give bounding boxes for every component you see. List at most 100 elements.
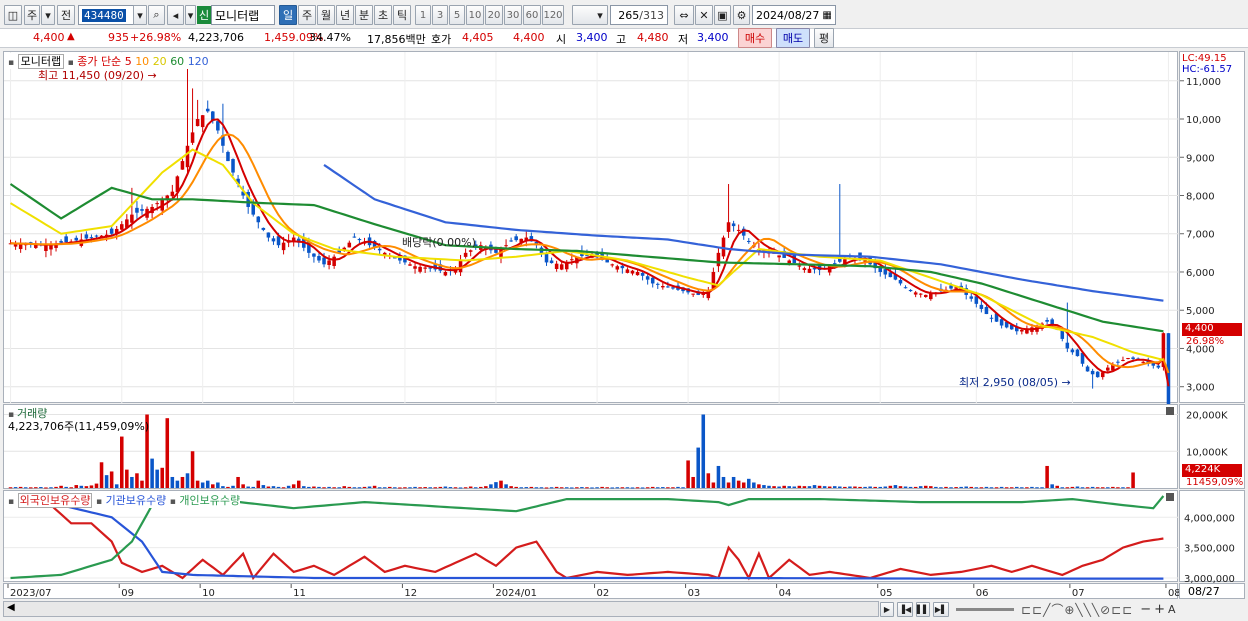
interval-tab-30[interactable]: 30	[504, 5, 522, 25]
quote-price: 4,400	[33, 31, 65, 44]
last-page-icon[interactable]: ▶▌	[933, 601, 949, 617]
last-price-tag: 4,400	[1182, 323, 1242, 336]
volume-bar	[792, 486, 797, 488]
interval-tab-60[interactable]: 60	[523, 5, 541, 25]
sound-dropdown-icon[interactable]: ▾	[185, 5, 196, 25]
volume-bar	[711, 482, 716, 488]
y-tick-label: 10,000	[1186, 115, 1221, 126]
y-tick-label: 3,000	[1186, 383, 1215, 394]
count-field[interactable]: 265/313	[610, 5, 668, 25]
draw-tool-icon[interactable]: ✕	[695, 5, 713, 25]
volume-bar	[650, 486, 655, 488]
x-tick-label: 08	[1168, 588, 1179, 599]
mode-label: 주	[26, 9, 38, 22]
search-icon[interactable]: ⌕	[148, 5, 165, 25]
save-icon[interactable]: ▣	[714, 5, 731, 25]
calendar-icon[interactable]: ▦	[822, 10, 831, 21]
volume-bar	[8, 487, 13, 489]
candle-body	[347, 242, 352, 248]
panel-close-icon[interactable]	[1166, 493, 1174, 501]
period-tab-1[interactable]: 주	[298, 5, 316, 25]
avg-price-button[interactable]: 평	[814, 28, 834, 48]
type-selector[interactable]: 전	[57, 5, 75, 25]
candle-body	[969, 296, 974, 299]
volume-bar	[741, 482, 746, 488]
y-tick-label: 4,000,000	[1184, 513, 1235, 524]
volume-panel[interactable]: ▪ 거래량 4,223,706주(11,459,09%)	[3, 404, 1179, 489]
drawing-tools-icon[interactable]: ⊏⊏╱⌒⊕╲╲╲⊘⊏⊏	[1021, 601, 1133, 618]
volume-bar	[261, 485, 266, 488]
candle-body	[135, 207, 139, 213]
sell-button[interactable]: 매도	[776, 28, 810, 48]
sound-icon[interactable]: ◂	[167, 5, 184, 25]
y-tick-label: 3,000,000	[1184, 574, 1235, 583]
mode-dropdown-icon[interactable]: ▾	[41, 5, 55, 25]
candle-body	[797, 265, 802, 267]
volume-bar	[757, 484, 761, 488]
volume-bar	[787, 486, 792, 488]
volume-bar	[888, 485, 893, 488]
candle-body	[266, 232, 271, 238]
interval-tab-10[interactable]: 10	[466, 5, 484, 25]
volume-bar	[989, 487, 994, 489]
chart-menu-icon[interactable]: ◫	[4, 5, 22, 25]
volume-bar	[423, 487, 427, 489]
first-page-icon[interactable]: ▐◀	[897, 601, 913, 617]
interval-tab-5[interactable]: 5	[449, 5, 465, 25]
zoom-in-icon[interactable]: +	[1154, 602, 1165, 617]
quote-bar: 4,400 ▲ 935 +26.98% 4,223,706 1,459.09% …	[0, 28, 1248, 48]
candle-body	[423, 267, 427, 269]
interval-tab-3[interactable]: 3	[432, 5, 448, 25]
candle-body	[291, 237, 296, 241]
date-field[interactable]: 2024/08/27 ▦	[752, 5, 836, 25]
y-tick-label: 5,000	[1186, 306, 1215, 317]
holdings-line-0	[10, 501, 1164, 581]
volume-bar	[832, 486, 837, 488]
low-label: 저	[678, 33, 689, 46]
date-axis: 2023/07 09 10 11 12 2024/01 02 03 04 05 06 07 08	[3, 583, 1179, 599]
interval-tab-1[interactable]: 1	[415, 5, 431, 25]
y-tick-label: 3,500,000	[1184, 544, 1235, 555]
volume-bar	[54, 486, 58, 488]
scroll-right-icon[interactable]: ▶	[880, 601, 894, 617]
stock-code-input[interactable]: 434480	[78, 5, 136, 25]
period-tab-3[interactable]: 년	[336, 5, 354, 25]
price-panel[interactable]: ▪ 모니터랩 ▪ 종가 단순 5 10 20 60 120 최고 11,450 …	[3, 51, 1179, 404]
candle-body	[443, 271, 448, 276]
interval-tab-20[interactable]: 20	[485, 5, 503, 25]
period-tab-6[interactable]: 틱	[393, 5, 411, 25]
candle-body	[1141, 361, 1145, 363]
horizontal-scrollbar[interactable]: ◀	[3, 601, 879, 617]
zoom-slider[interactable]	[956, 607, 1014, 611]
volume-bar	[59, 485, 63, 488]
volume-bar	[453, 487, 458, 489]
gear-icon[interactable]: ⚙	[733, 5, 750, 25]
zoom-fit-icon[interactable]: ⇔	[674, 5, 694, 25]
scroll-left-icon[interactable]: ◀	[7, 602, 15, 613]
text-tool-icon[interactable]: A	[1168, 603, 1176, 616]
period-tab-0[interactable]: 일	[279, 5, 297, 25]
period-tab-2[interactable]: 월	[317, 5, 335, 25]
candle-body	[180, 161, 185, 170]
buy-button[interactable]: 매수	[738, 28, 772, 48]
interval-tab-120[interactable]: 120	[542, 5, 564, 25]
candle-body	[463, 252, 468, 257]
pause-icon[interactable]: ▌▌	[916, 601, 930, 617]
volume-bar	[347, 486, 352, 488]
period-tab-5[interactable]: 초	[374, 5, 392, 25]
volume-bar	[317, 486, 321, 488]
interval-dropdown[interactable]: ▾	[572, 5, 608, 25]
candle-body	[377, 248, 382, 251]
volume-bar	[923, 485, 928, 488]
zoom-out-icon[interactable]: −	[1140, 602, 1151, 617]
volume-bar	[387, 486, 392, 488]
volume-bar	[661, 487, 665, 489]
volume-bar	[843, 486, 847, 488]
holdings-panel[interactable]: ▪ 외국인보유수량 ▪ 기관보유수량 ▪ 개인보유수량	[3, 490, 1179, 582]
candle-body	[1060, 330, 1065, 339]
mode-selector[interactable]: 주	[24, 5, 40, 25]
panel-close-icon[interactable]	[1166, 407, 1174, 415]
code-dropdown-icon[interactable]: ▾	[133, 5, 147, 25]
period-tab-4[interactable]: 분	[355, 5, 373, 25]
volume-bar	[332, 487, 336, 489]
